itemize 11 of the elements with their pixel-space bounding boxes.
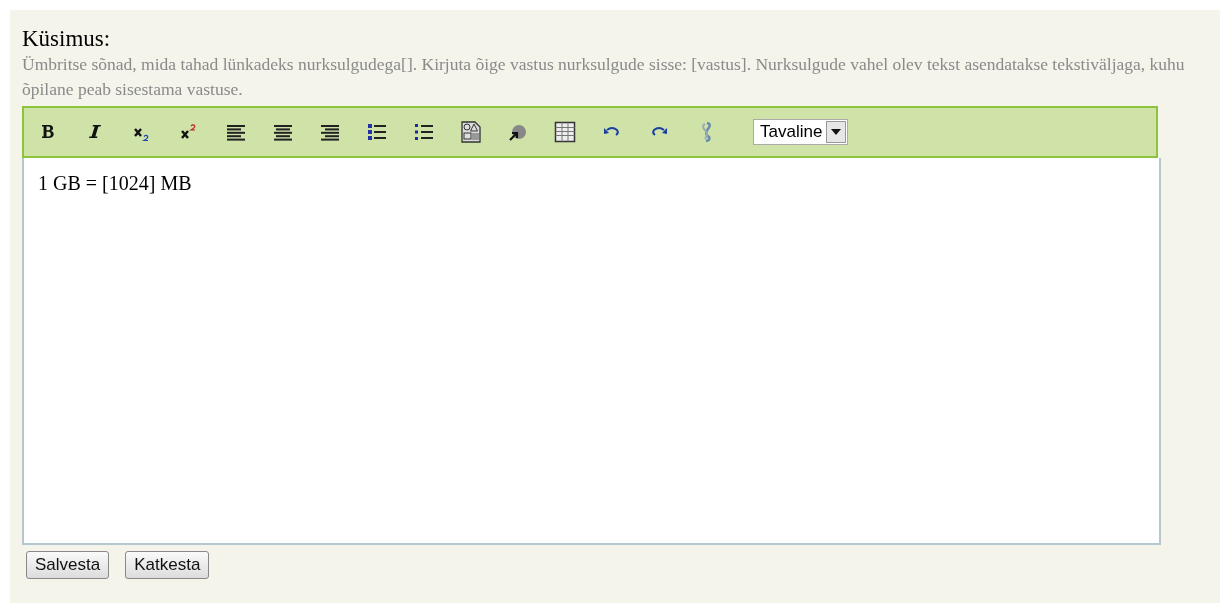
question-title: Küsimus: — [22, 26, 112, 52]
image-icon — [460, 121, 482, 143]
numbered-list-icon — [366, 121, 388, 143]
bullet-list-icon — [413, 121, 435, 143]
cancel-button[interactable]: Katkesta — [125, 551, 210, 579]
hint-text: Ümbritse sõnad, mida tahad lünkadeks nurksulgudega[]. Kirjuta õige vastus nurksulgude sisse: [vastus]. Nurksulgude vahel olev tekst asendatakse tekstiväljaga, kuhu õpilane peab sisestama vastuse. — [22, 53, 1186, 101]
text-editor[interactable]: 1 GB = [1024] MB — [22, 158, 1161, 545]
save-button[interactable]: Salvesta — [26, 551, 110, 579]
format-select[interactable]: Tavaline — [753, 119, 849, 145]
table-icon — [554, 121, 576, 143]
caret-icon — [831, 129, 842, 135]
